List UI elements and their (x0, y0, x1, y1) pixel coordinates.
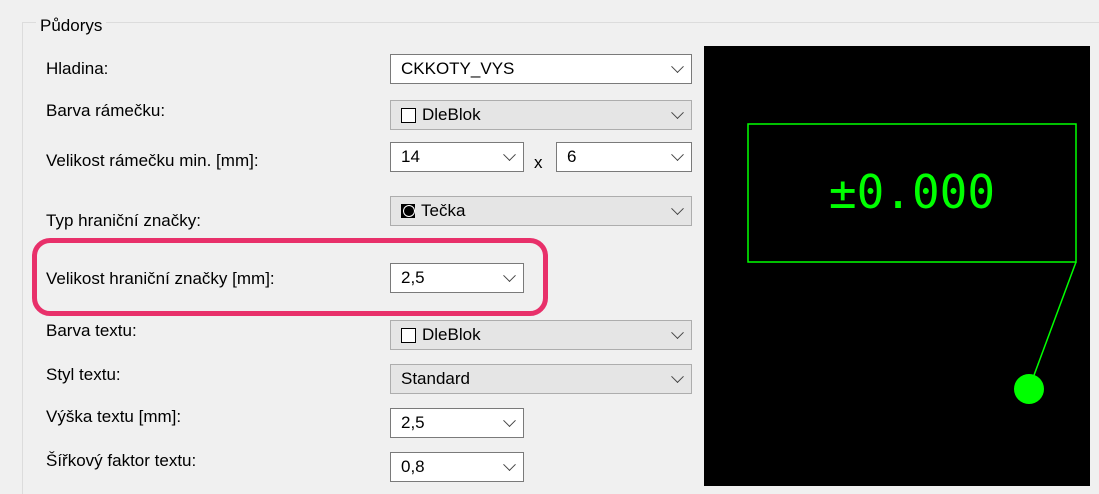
highlight-outline (32, 238, 548, 316)
velikost-ramecku-width-combo[interactable]: 14 (390, 142, 524, 172)
typ-znacky-value: Tečka (421, 201, 466, 220)
sirkovy-faktor-label: Šířkový faktor textu: (46, 451, 197, 470)
typ-znacky-label: Typ hraniční značky: (46, 211, 201, 230)
preview-marker-dot (1014, 374, 1044, 404)
chevron-down-icon (495, 413, 523, 428)
hladina-combo[interactable]: CKKOTY_VYS (390, 54, 692, 84)
vyska-textu-value: 2,5 (401, 413, 425, 432)
preview-canvas: ±0.000 (704, 46, 1090, 486)
dot-marker-icon (401, 204, 415, 218)
chevron-down-icon (663, 105, 691, 120)
preview-leader-line (1029, 261, 1077, 387)
velikost-ramecku-label: Velikost rámečku min. [mm]: (46, 151, 259, 170)
velikost-ramecku-height-value: 6 (567, 147, 577, 166)
chevron-down-icon (663, 147, 691, 162)
dialog-page: Půdorys Hladina: CKKOTY_VYS Barva rámečk… (0, 0, 1099, 494)
hladina-label: Hladina: (46, 59, 109, 78)
chevron-down-icon (663, 369, 691, 384)
vyska-textu-label: Výška textu [mm]: (46, 407, 182, 426)
group-title: Půdorys (36, 16, 107, 36)
preview-drawing: ±0.000 (747, 123, 1077, 404)
chevron-down-icon (663, 59, 691, 74)
barva-ramecku-label: Barva rámečku: (46, 101, 166, 120)
size-separator: x (534, 153, 543, 172)
sirkovy-faktor-value: 0,8 (401, 457, 425, 476)
typ-znacky-combo[interactable]: Tečka (390, 196, 692, 226)
color-swatch-icon (401, 327, 416, 343)
barva-textu-value: DleBlok (422, 325, 481, 344)
hladina-value: CKKOTY_VYS (401, 59, 515, 78)
styl-textu-label: Styl textu: (46, 365, 121, 384)
barva-textu-combo[interactable]: DleBlok (390, 320, 692, 350)
velikost-ramecku-width-value: 14 (401, 147, 420, 166)
velikost-ramecku-height-combo[interactable]: 6 (556, 142, 692, 172)
styl-textu-value: Standard (401, 369, 470, 388)
preview-elevation-text: ±0.000 (829, 165, 995, 219)
barva-textu-label: Barva textu: (46, 321, 137, 340)
chevron-down-icon (495, 147, 523, 162)
barva-ramecku-value: DleBlok (422, 105, 481, 124)
chevron-down-icon (495, 457, 523, 472)
barva-ramecku-combo[interactable]: DleBlok (390, 100, 692, 130)
color-swatch-icon (401, 107, 416, 123)
sirkovy-faktor-combo[interactable]: 0,8 (390, 452, 524, 482)
vyska-textu-combo[interactable]: 2,5 (390, 408, 524, 438)
chevron-down-icon (663, 325, 691, 340)
chevron-down-icon (663, 201, 691, 216)
styl-textu-combo[interactable]: Standard (390, 364, 692, 394)
